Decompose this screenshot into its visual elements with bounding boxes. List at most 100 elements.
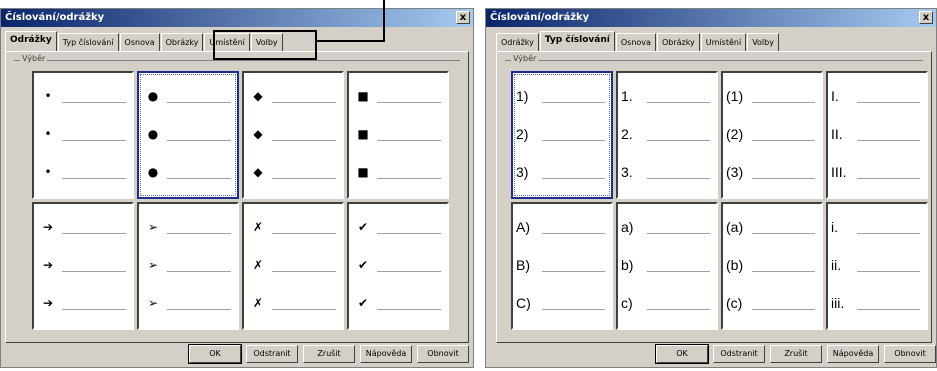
close-button[interactable]: x xyxy=(919,11,933,24)
number-label: 3. xyxy=(621,164,633,180)
preview-text-line xyxy=(542,233,605,234)
preview-line: ◆ xyxy=(244,123,342,145)
preview-line: (2) xyxy=(723,123,821,145)
preview-text-line xyxy=(752,233,815,234)
tab-numbering-type[interactable]: Typ číslování xyxy=(57,33,119,51)
close-button[interactable]: x xyxy=(456,11,470,24)
preview-text-line xyxy=(647,309,710,310)
preview-line: • xyxy=(34,85,132,107)
tab-graphics[interactable]: Obrázky xyxy=(656,33,700,51)
preview-text-line xyxy=(272,102,336,103)
remove-button[interactable]: Odstranit xyxy=(246,345,298,363)
bullet-style-option[interactable]: • • • xyxy=(32,71,134,199)
bullet-symbol: ✗ xyxy=(252,258,264,272)
preview-text-line xyxy=(857,178,920,179)
number-label: 2) xyxy=(516,126,529,142)
bullet-style-option[interactable]: ✗ ✗ ✗ xyxy=(242,202,344,330)
title-bar[interactable]: Číslování/odrážky x xyxy=(1,9,473,27)
tab-outline[interactable]: Osnova xyxy=(119,33,160,51)
number-label: b) xyxy=(621,257,634,273)
preview-text-line xyxy=(647,140,710,141)
preview-text-line xyxy=(167,233,231,234)
bullet-style-option[interactable]: ■ ■ ■ xyxy=(347,71,449,199)
preview-text-line xyxy=(857,309,920,310)
number-label: (a) xyxy=(726,219,744,235)
bullet-symbol: ✗ xyxy=(252,296,264,310)
bullet-symbol: ➔ xyxy=(42,220,54,234)
bullet-symbol: ✗ xyxy=(252,220,264,234)
bullet-symbol: ✔ xyxy=(357,296,369,310)
number-label: (b) xyxy=(726,257,744,273)
bullet-style-option[interactable]: ➔ ➔ ➔ xyxy=(32,202,134,330)
preview-line: ■ xyxy=(349,85,447,107)
preview-line: • xyxy=(34,123,132,145)
number-label: C) xyxy=(516,295,531,311)
preview-text-line xyxy=(542,102,605,103)
preview-text-line xyxy=(377,102,441,103)
tab-graphics[interactable]: Obrázky xyxy=(160,33,204,51)
tab-options[interactable]: Volby xyxy=(747,33,779,51)
numbering-style-option[interactable]: 1) 2) 3) xyxy=(511,71,613,199)
ok-button[interactable]: OK xyxy=(655,344,709,364)
bullet-style-option[interactable]: ● ● ● xyxy=(137,71,239,199)
number-label: (c) xyxy=(726,295,743,311)
tab-panel: Výběr 1) 2) 3) 1. 2. 3. (1) (2) (3) I. II. III. A) B)… xyxy=(496,51,932,343)
numbering-style-option[interactable]: A) B) C) xyxy=(511,202,613,330)
help-button[interactable]: Nápověda xyxy=(827,345,879,363)
dialog-title: Číslování/odrážky xyxy=(490,12,590,23)
tab-bullets[interactable]: Odrážky xyxy=(496,33,539,51)
number-label: I. xyxy=(831,88,839,104)
reset-button[interactable]: Obnovit xyxy=(417,345,469,363)
bullet-symbol: ➢ xyxy=(147,258,159,272)
numbering-style-option[interactable]: I. II. III. xyxy=(826,71,928,199)
preview-line: 1) xyxy=(513,85,611,107)
cancel-button[interactable]: Zrušit xyxy=(770,345,822,363)
number-label: a) xyxy=(621,219,634,235)
number-label: 3) xyxy=(516,164,529,180)
numbering-style-option[interactable]: a) b) c) xyxy=(616,202,718,330)
preview-text-line xyxy=(377,178,441,179)
preview-text-line xyxy=(167,271,231,272)
help-button[interactable]: Nápověda xyxy=(360,345,412,363)
tab-position[interactable]: Umístění xyxy=(700,33,747,51)
preview-text-line xyxy=(62,233,126,234)
number-label: A) xyxy=(516,219,530,235)
tab-outline[interactable]: Osnova xyxy=(615,33,656,51)
preview-text-line xyxy=(857,271,920,272)
bullet-symbol: ■ xyxy=(357,165,369,179)
bullet-symbol: ➢ xyxy=(147,220,159,234)
remove-button[interactable]: Odstranit xyxy=(713,345,765,363)
preview-text-line xyxy=(647,178,710,179)
numbering-style-option[interactable]: i. ii. iii. xyxy=(826,202,928,330)
preview-text-line xyxy=(167,140,231,141)
bullet-style-option[interactable]: ➢ ➢ ➢ xyxy=(137,202,239,330)
numbering-style-option[interactable]: (a) (b) (c) xyxy=(721,202,823,330)
preview-line: 2) xyxy=(513,123,611,145)
ok-button[interactable]: OK xyxy=(188,344,242,364)
preview-line: (b) xyxy=(723,254,821,276)
preview-line: (3) xyxy=(723,161,821,183)
callout-line xyxy=(383,0,385,42)
preview-text-line xyxy=(377,233,441,234)
preview-line: (1) xyxy=(723,85,821,107)
tab-numbering-type[interactable]: Typ číslování xyxy=(539,31,615,51)
group-label: Výběr xyxy=(511,54,539,63)
numbering-style-option[interactable]: (1) (2) (3) xyxy=(721,71,823,199)
preview-line: B) xyxy=(513,254,611,276)
bullet-style-option[interactable]: ◆ ◆ ◆ xyxy=(242,71,344,199)
tab-bullets[interactable]: Odrážky xyxy=(5,31,57,51)
reset-button[interactable]: Obnovit xyxy=(884,345,936,363)
preview-line: 1. xyxy=(618,85,716,107)
numbering-style-option[interactable]: 1. 2. 3. xyxy=(616,71,718,199)
bullet-style-option[interactable]: ✔ ✔ ✔ xyxy=(347,202,449,330)
preview-text-line xyxy=(377,271,441,272)
preview-text-line xyxy=(647,102,710,103)
preview-text-line xyxy=(752,140,815,141)
cancel-button[interactable]: Zrušit xyxy=(303,345,355,363)
number-label: (1) xyxy=(726,88,744,104)
preview-text-line xyxy=(647,233,710,234)
preview-line: a) xyxy=(618,216,716,238)
title-bar[interactable]: Číslování/odrážky x xyxy=(486,9,936,27)
preview-line: (c) xyxy=(723,292,821,314)
bullet-symbol: • xyxy=(44,89,52,103)
